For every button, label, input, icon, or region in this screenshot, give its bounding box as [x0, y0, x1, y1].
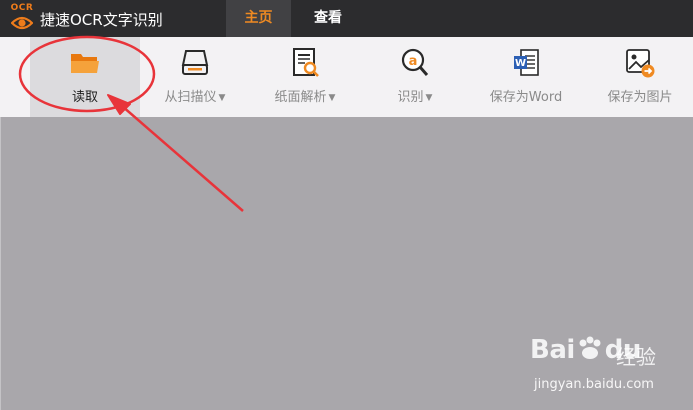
app-logo: OCR [9, 3, 35, 33]
scanner-icon [181, 50, 209, 75]
recognize-label: 识别 [397, 90, 424, 105]
scan-button[interactable]: 从扫描仪 ▼ [155, 37, 235, 117]
tab-home[interactable]: 主页 [226, 0, 291, 37]
recognize-button[interactable]: a 识别 ▼ [385, 37, 445, 117]
parse-label: 纸面解析 [274, 90, 327, 105]
eye-icon [11, 16, 33, 30]
save-image-icon [626, 49, 655, 78]
word-document-icon: W [514, 49, 539, 76]
parse-button[interactable]: 纸面解析 ▼ [265, 37, 345, 117]
watermark-url: jingyan.baidu.com [534, 377, 654, 392]
parse-dropdown-icon[interactable]: ▼ [329, 93, 336, 103]
read-button[interactable]: 读取 [30, 37, 140, 117]
paw-icon [579, 336, 601, 359]
logo-text: OCR [10, 3, 34, 13]
recognize-dropdown-icon[interactable]: ▼ [426, 93, 433, 103]
scan-dropdown-icon[interactable]: ▼ [219, 93, 226, 103]
app-title: 捷速OCR文字识别 [40, 11, 163, 29]
save-image-button[interactable]: 保存为图片 [594, 37, 686, 117]
save-image-label: 保存为图片 [607, 90, 673, 105]
document-search-icon [293, 48, 319, 77]
ribbon-toolbar: 读取 从扫描仪 ▼ 纸面解析 ▼ a 识别 ▼ W 保存为Word 保存为图片 [0, 37, 693, 117]
tab-view[interactable]: 查看 [298, 0, 358, 37]
baidu-jingyan-watermark: Bai du 经验 jingyan.baidu.com [530, 335, 690, 405]
read-label: 读取 [71, 90, 98, 105]
folder-open-icon [71, 54, 99, 73]
svg-text:a: a [409, 54, 418, 69]
svg-text:W: W [515, 58, 526, 69]
save-word-label: 保存为Word [489, 90, 563, 105]
watermark-product: 经验 [616, 345, 656, 369]
title-bar: OCR 捷速OCR文字识别 主页 查看 [0, 0, 693, 37]
scan-label: 从扫描仪 [164, 90, 217, 105]
save-word-button[interactable]: W 保存为Word [480, 37, 572, 117]
ocr-recognize-icon: a [401, 48, 429, 76]
